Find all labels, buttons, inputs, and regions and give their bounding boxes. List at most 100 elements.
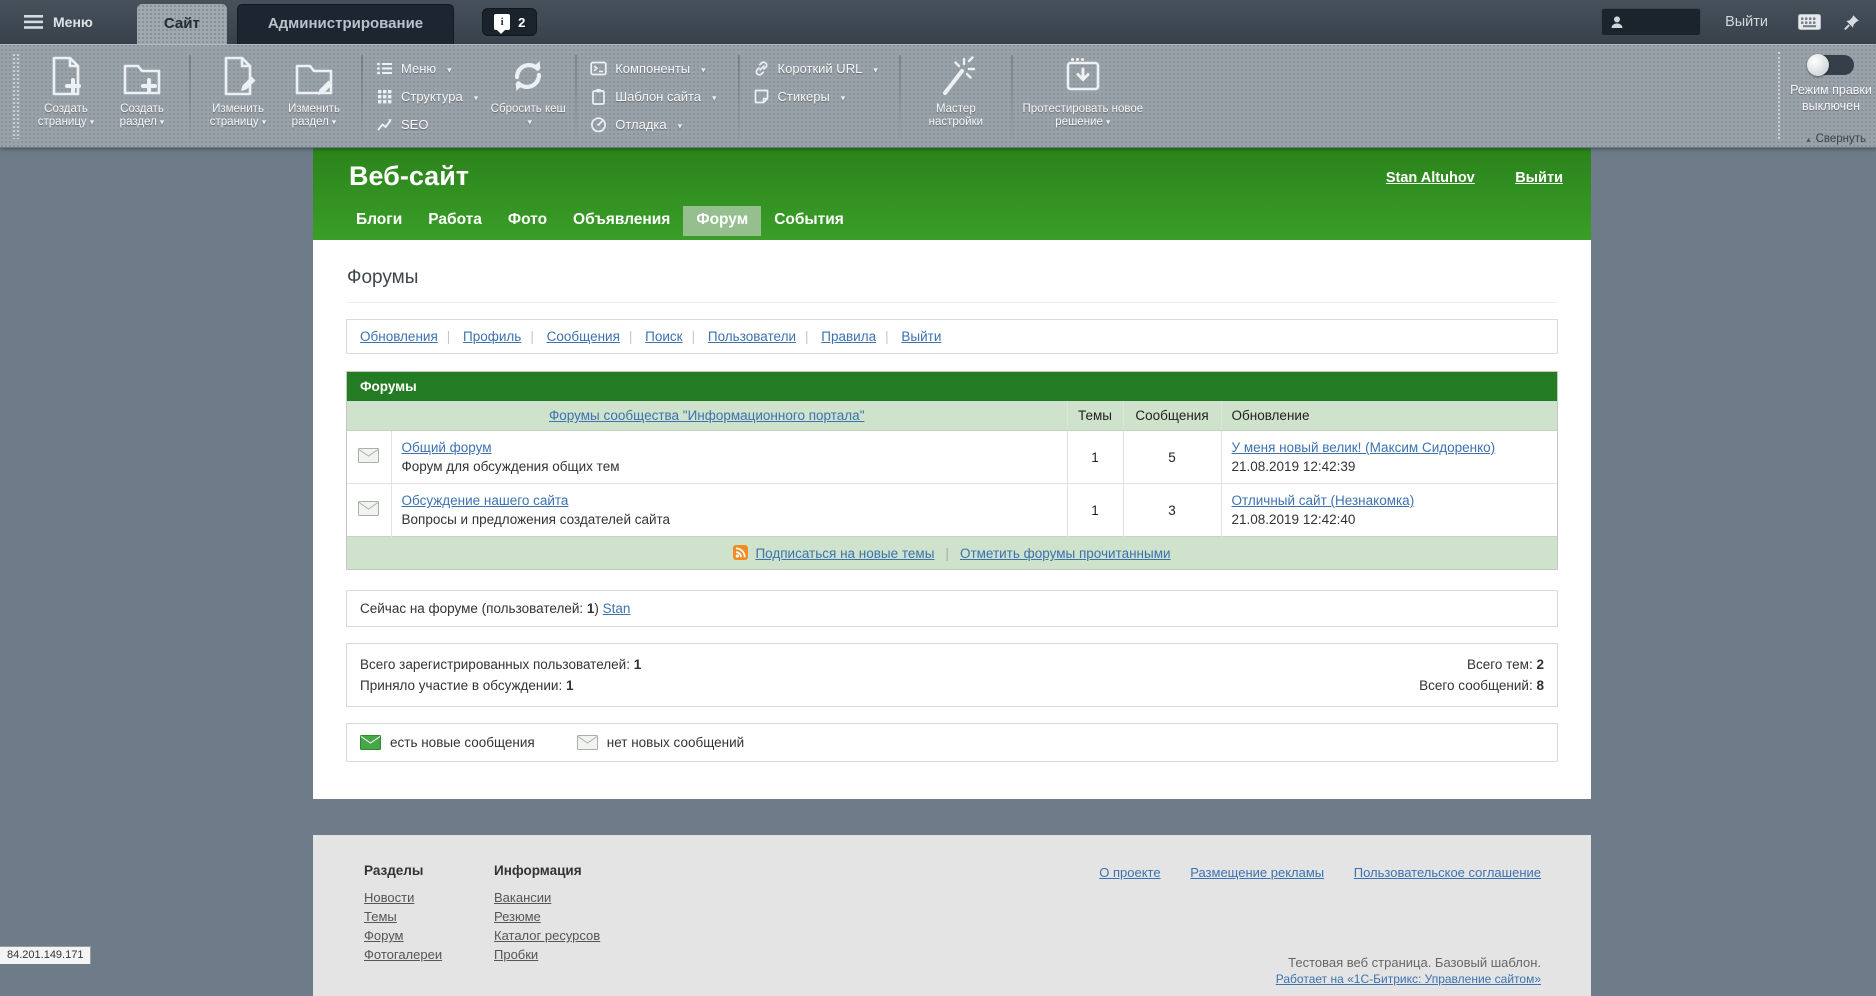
collapse-toolbar-button[interactable]: Свернуть [1807,133,1866,145]
site-logout-link[interactable]: Выйти [1515,170,1563,186]
test-solution-button[interactable]: Протестировать новое решение [1022,49,1144,129]
footer-link-vacancies[interactable]: Вакансии [494,891,600,904]
menu-link-logout[interactable]: Выйти [901,329,941,344]
last-post-link[interactable]: Отличный сайт (Незнакомка) [1232,493,1415,508]
tab-administration[interactable]: Администрирование [237,4,454,44]
page-add-icon [43,53,89,99]
footer-link-forum[interactable]: Форум [364,929,494,942]
create-page-button[interactable]: Создать страницу [28,49,104,129]
toolbar-separator [738,55,740,141]
new-messages-icon [360,735,381,750]
debug-dropdown[interactable]: Отладка [590,116,716,133]
menu-link-users[interactable]: Пользователи [708,329,796,344]
components-dropdown[interactable]: Компоненты [590,60,716,77]
nav-tab-photo[interactable]: Фото [495,206,560,236]
last-post-link[interactable]: У меня новый велик! (Максим Сидоренко) [1232,440,1496,455]
column-header-update: Обновление [1221,401,1557,431]
edit-mode-state: выключен [1764,98,1876,114]
menu-link-rules[interactable]: Правила [821,329,876,344]
menu-link-profile[interactable]: Профиль [463,329,521,344]
forum-table-header: Форумы [347,372,1557,401]
forum-title-link[interactable]: Общий форум [402,440,492,455]
edit-mode-toggle[interactable] [1808,55,1854,75]
setup-wizard-button[interactable]: Мастер настройки [910,49,1002,129]
nav-tab-blogs[interactable]: Блоги [343,206,415,236]
no-new-messages-icon [358,448,379,463]
edit-section-button[interactable]: Изменить раздел [276,49,352,129]
chevron-down-icon [698,61,706,76]
toolbar-drag-handle[interactable] [12,53,20,139]
seo-button[interactable]: SEO [376,116,478,133]
edit-mode-label: Режим правки [1764,82,1876,98]
toolbar-separator [575,55,577,141]
subscribe-new-topics-link[interactable]: Подписаться на новые темы [755,546,934,561]
folder-edit-icon [291,53,337,99]
forum-description: Форум для обсуждения общих тем [402,459,1057,474]
admin-menu-button[interactable]: Меню [53,14,93,30]
menu-dropdown[interactable]: Меню [376,60,478,77]
forum-row: Обсуждение нашего сайта Вопросы и предло… [347,484,1557,537]
grid-icon [376,88,393,105]
rss-icon [733,545,748,560]
nav-tab-events[interactable]: События [761,206,857,236]
forum-title-link[interactable]: Обсуждение нашего сайта [402,493,569,508]
footer-link-news[interactable]: Новости [364,891,494,904]
footer-link-traffic[interactable]: Пробки [494,948,600,961]
last-post-date: 21.08.2019 12:42:40 [1232,512,1548,527]
mark-forums-read-link[interactable]: Отметить форумы прочитанными [960,546,1171,561]
no-new-messages-icon [577,735,598,750]
menu-link-updates[interactable]: Обновления [360,329,438,344]
footer-link-agreement[interactable]: Пользовательское соглашение [1354,865,1541,880]
forum-table-block: Форумы Форумы сообщества "Информационног… [346,371,1558,570]
site-template-dropdown[interactable]: Шаблон сайта [590,88,716,105]
footer-link-resume[interactable]: Резюме [494,910,600,923]
menu-link-messages[interactable]: Сообщения [547,329,620,344]
hamburger-menu-icon[interactable] [24,15,43,29]
footer-link-catalog[interactable]: Каталог ресурсов [494,929,600,942]
toggle-knob [1807,54,1829,76]
powered-by-link[interactable]: Работает на «1С-Битрикс: Управление сайт… [1276,972,1541,986]
online-user-link[interactable]: Stan [603,601,631,616]
menu-link-search[interactable]: Поиск [645,329,682,344]
notification-count: 2 [518,15,525,30]
page-title: Форумы [346,240,1558,303]
no-new-messages-icon [358,501,379,516]
forum-group-link[interactable]: Форумы сообщества "Информационного порта… [549,408,864,423]
notifications-badge[interactable]: i 2 [482,8,537,36]
topbar-logout-button[interactable]: Выйти [1725,14,1768,30]
create-section-button[interactable]: Создать раздел [104,49,180,129]
toolbar-separator [189,55,191,141]
person-icon [1610,15,1624,29]
chevron-down-icon [838,89,846,104]
tab-site[interactable]: Сайт [137,4,227,44]
footer-link-photogalleries[interactable]: Фотогалереи [364,948,494,961]
gauge-icon [590,116,607,133]
footer-link-advertising[interactable]: Размещение рекламы [1190,865,1324,880]
online-users-box: Сейчас на форуме (пользователей: 1) Stan [346,590,1558,627]
structure-dropdown[interactable]: Структура [376,88,478,105]
posts-count: 3 [1123,484,1221,537]
footer-link-topics[interactable]: Темы [364,910,494,923]
total-posts-value: 8 [1536,678,1544,693]
chevron-down-icon [259,116,267,129]
pin-icon[interactable] [1843,14,1860,31]
hotkeys-keyboard-icon[interactable] [1798,14,1821,30]
page-content: Форумы Обновления Профиль Сообщения Поис… [313,240,1591,799]
stickers-dropdown[interactable]: Стикеры [753,88,878,105]
nav-tab-ads[interactable]: Объявления [560,206,683,236]
chevron-down-icon [675,117,683,132]
admin-toolbar: Создать страницу Создать раздел Изменить… [0,44,1876,148]
site-footer: Разделы Новости Темы Форум Фотогалереи И… [313,835,1591,996]
column-header-topics: Темы [1067,401,1123,431]
footer-sections-title: Разделы [364,863,494,878]
reset-cache-button[interactable]: Сбросить кеш [490,49,566,129]
nav-tab-forum[interactable]: Форум [683,206,761,236]
profile-link[interactable]: Stan Altuhov [1386,170,1475,186]
footer-link-about[interactable]: О проекте [1099,865,1160,880]
nav-tab-work[interactable]: Работа [415,206,495,236]
short-url-dropdown[interactable]: Короткий URL [753,60,878,77]
user-search-input[interactable] [1601,8,1701,36]
status-url-tooltip: 84.201.149.171 [0,946,91,964]
topics-count: 1 [1067,484,1123,537]
edit-page-button[interactable]: Изменить страницу [200,49,276,129]
